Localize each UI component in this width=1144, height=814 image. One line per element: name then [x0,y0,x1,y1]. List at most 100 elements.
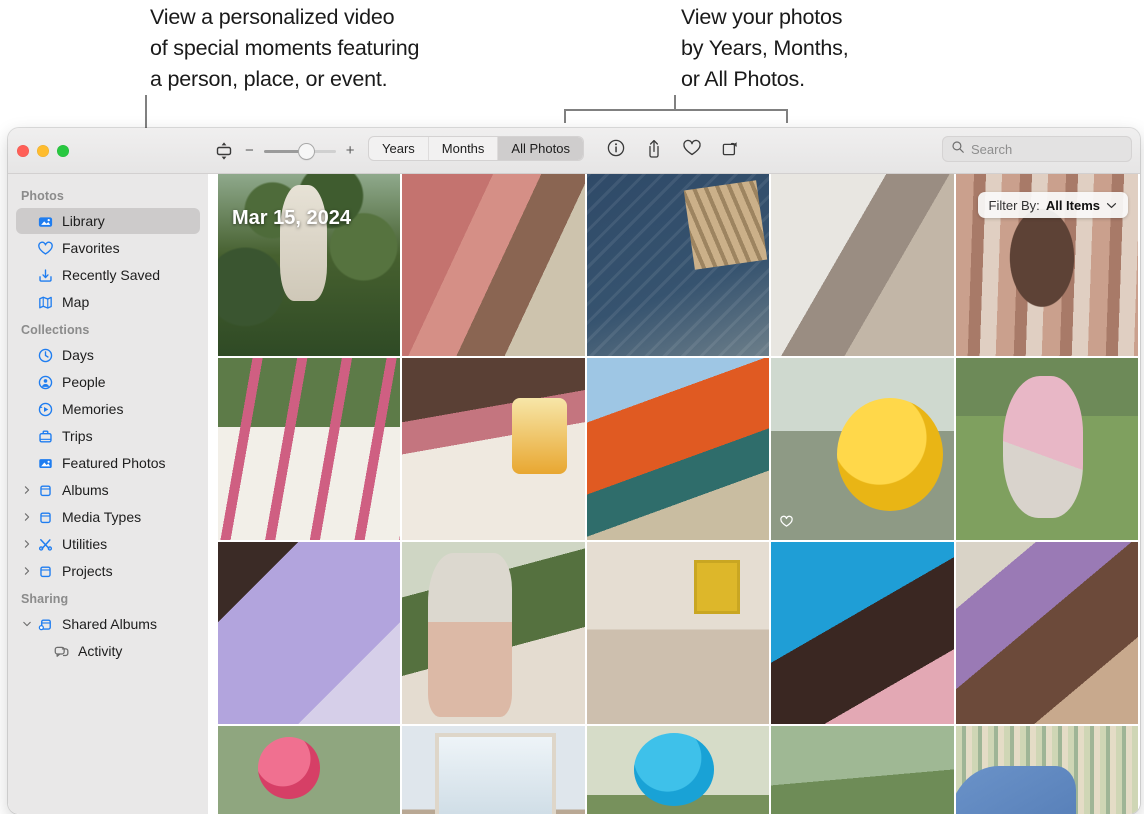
tab-all-photos[interactable]: All Photos [498,137,583,160]
photo-cell[interactable] [586,542,770,724]
share-icon[interactable] [644,138,664,160]
photo-cell[interactable] [402,542,585,724]
sidebar-item-favorites[interactable]: Favorites [16,235,200,261]
sidebar-item-label: Shared Albums [62,616,157,632]
sidebar-item-label: Map [62,294,90,310]
sidebar-item-memories[interactable]: Memories [16,396,200,422]
photo-cell[interactable] [771,542,954,724]
zoom-out-label[interactable]: − [245,143,254,158]
photo-girl-with-orange-juice [402,358,585,540]
photo-cell[interactable] [955,358,1138,540]
person-circle-icon [34,374,56,391]
zoom-in-label[interactable]: + [346,143,355,158]
clock-icon [34,347,56,364]
photo-cell[interactable] [955,542,1138,724]
sidebar-item-label: Albums [62,482,109,498]
thumbnail-size-slider[interactable] [263,143,336,159]
photo-child-walking-in-forest [402,542,585,724]
thumbnail-size-icon[interactable] [213,140,235,162]
photo-person-with-pink-balloon [218,726,401,814]
sidebar-section-photos: Photos [21,189,64,203]
callout-right-leader-bar [564,109,788,111]
photo-cell[interactable] [771,358,954,540]
recently-saved-icon [34,267,56,284]
utilities-icon [34,536,56,553]
chevron-right-icon[interactable] [20,485,34,495]
photo-family-embrace [771,174,954,356]
chevron-right-icon[interactable] [20,539,34,549]
sidebar-item-label: Memories [62,401,124,417]
photo-cell[interactable] [771,726,954,814]
rotate-icon[interactable] [720,138,740,160]
photo-two-kids-outdoors [771,726,954,814]
shared-album-icon [34,616,56,633]
photo-cell[interactable] [402,174,585,356]
sidebar-item-recently-saved[interactable]: Recently Saved [16,262,200,288]
sidebar: Photos Library Favorites Recently Saved … [8,174,208,814]
callout-left-text: View a personalized video of special mom… [150,5,420,91]
close-button[interactable] [17,144,29,157]
photo-cell[interactable] [586,174,770,356]
sidebar-item-days[interactable]: Days [16,342,200,368]
photo-cell[interactable] [586,358,770,540]
sidebar-item-label: Media Types [62,509,142,525]
sidebar-item-label: Recently Saved [62,267,161,283]
sidebar-section-sharing: Sharing [21,592,69,606]
sidebar-item-library[interactable]: Library [16,208,200,234]
sidebar-item-featured-photos[interactable]: Featured Photos [16,450,200,476]
sidebar-item-label: Library [62,213,105,229]
slider-knob[interactable] [298,143,314,159]
minimize-button[interactable] [37,144,49,157]
chevron-down-icon [1106,198,1117,213]
photo-wooden-blocks-on-blanket [586,174,770,356]
tab-months[interactable]: Months [429,137,499,160]
view-mode-segmented-control[interactable]: Years Months All Photos [368,136,584,161]
library-icon [34,213,56,230]
photo-grid[interactable]: Mar 15, 2024 [218,174,1138,814]
album-icon [34,482,56,499]
tab-years[interactable]: Years [369,137,429,160]
info-icon[interactable] [606,138,626,160]
toolbar-actions [606,136,740,162]
favorite-heart-icon[interactable] [682,138,702,160]
photo-cell[interactable]: Mar 15, 2024 [218,174,401,356]
photo-cell[interactable] [402,726,585,814]
activity-icon [50,643,72,660]
photo-kids-on-blue-background [771,542,954,724]
sidebar-item-activity[interactable]: Activity [16,638,200,664]
sidebar-item-label: Trips [62,428,93,444]
photo-kids-under-orange-blanket [586,358,770,540]
filter-by-button[interactable]: Filter By: All Items [977,192,1128,218]
map-icon [34,294,56,311]
photo-cell[interactable] [218,542,401,724]
photo-child-jumping-in-trees [218,174,401,356]
photo-family-picnic-table [218,358,401,540]
photo-cell[interactable] [586,726,770,814]
search-icon [951,140,965,159]
photo-cell[interactable] [218,358,401,540]
photo-girl-with-yellow-balloon [771,358,954,540]
photo-cell[interactable] [955,726,1138,814]
sidebar-item-projects[interactable]: Projects [16,558,200,584]
photo-cell[interactable] [771,174,954,356]
sidebar-item-utilities[interactable]: Utilities [16,531,200,557]
photo-grid-pane: Mar 15, 2024 Filter By: All Items [208,174,1140,814]
sidebar-item-albums[interactable]: Albums [16,477,200,503]
photo-mother-hugging-children [955,542,1138,724]
sidebar-item-media-types[interactable]: Media Types [16,504,200,530]
sidebar-item-trips[interactable]: Trips [16,423,200,449]
filter-by-label: Filter By: [988,197,1040,213]
chevron-down-icon[interactable] [20,620,34,628]
sidebar-item-map[interactable]: Map [16,289,200,315]
chevron-right-icon[interactable] [20,566,34,576]
photo-favorite-heart-icon[interactable] [779,514,794,534]
photo-cell[interactable] [402,358,585,540]
sidebar-item-label: Favorites [62,240,120,256]
sidebar-item-shared-albums[interactable]: Shared Albums [16,611,200,637]
chevron-right-icon[interactable] [20,512,34,522]
photo-cell[interactable] [218,726,401,814]
sidebar-item-people[interactable]: People [16,369,200,395]
search-field[interactable]: Search [942,136,1132,162]
zoom-button[interactable] [57,144,69,157]
thumbnail-zoom-group: − + [213,140,355,162]
